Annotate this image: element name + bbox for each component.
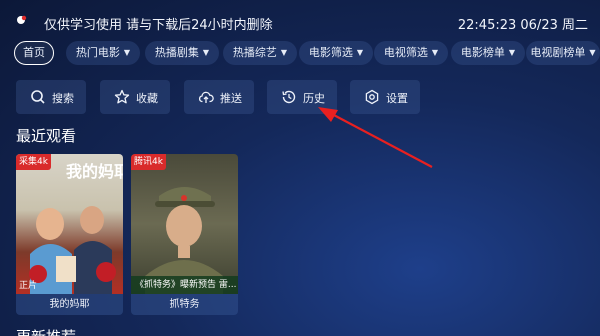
- cloud-upload-icon: [198, 91, 214, 103]
- action-label: 历史: [303, 92, 325, 105]
- tab-label: 电视筛选: [383, 46, 428, 59]
- filter-icon: ▼: [280, 48, 288, 57]
- poster-headline: 我的妈耶: [66, 162, 123, 181]
- history-icon: [282, 90, 296, 104]
- filter-icon: ▼: [123, 48, 131, 57]
- section-title-next: 更新推荐: [16, 326, 76, 336]
- tab-tv-filter[interactable]: 电视筛选 ▼: [374, 41, 448, 65]
- action-label: 收藏: [136, 92, 158, 105]
- filter-icon: ▼: [431, 48, 439, 57]
- tab-home[interactable]: 首页: [14, 41, 54, 65]
- history-button[interactable]: 历史: [267, 80, 337, 114]
- status-bar: 仅供学习使用 请与下载后24小时内删除 22:45:23 06/23 周二: [0, 0, 600, 36]
- tab-label: 首页: [23, 46, 45, 59]
- action-label: 推送: [220, 92, 242, 105]
- poster-caption: 《抓特务》曝新预告 雷...: [131, 276, 238, 294]
- settings-icon: [365, 89, 379, 105]
- tab-label: 热播综艺: [232, 46, 277, 59]
- tab-movie-charts[interactable]: 电影榜单 ▼: [451, 41, 525, 65]
- tab-tv-charts[interactable]: 电视剧榜单 ▼: [526, 41, 600, 65]
- poster-image: 腾讯4k 《抓特务》曝新预告 雷...: [131, 154, 238, 294]
- action-label: 设置: [386, 92, 408, 105]
- favorites-button[interactable]: 收藏: [100, 80, 170, 114]
- notice-text: 仅供学习使用 请与下载后24小时内删除: [44, 18, 273, 33]
- star-icon: [114, 89, 130, 104]
- card-title: 我的妈耶: [16, 294, 123, 315]
- filter-icon: ▼: [356, 48, 364, 57]
- source-badge: 采集4k: [16, 154, 51, 170]
- tab-hot-series[interactable]: 热播剧集 ▼: [145, 41, 219, 65]
- source-badge: 腾讯4k: [131, 154, 166, 170]
- filter-icon: ▼: [589, 48, 596, 57]
- search-button[interactable]: 搜索: [16, 80, 86, 114]
- card-title: 抓特务: [131, 294, 238, 315]
- episode-status: 正片: [19, 281, 38, 291]
- action-label: 搜索: [52, 92, 74, 105]
- tab-label: 热播剧集: [154, 46, 199, 59]
- clock: 22:45:23 06/23 周二: [457, 18, 588, 33]
- settings-button[interactable]: 设置: [350, 80, 420, 114]
- tab-hot-variety[interactable]: 热播综艺 ▼: [223, 41, 297, 65]
- tab-label: 电影筛选: [308, 46, 353, 59]
- tab-movie-filter[interactable]: 电影筛选 ▼: [299, 41, 373, 65]
- poster-image: 我的妈耶 采集4k 正片: [16, 154, 123, 294]
- push-button[interactable]: 推送: [184, 80, 254, 114]
- media-card[interactable]: 我的妈耶 采集4k 正片 我的妈耶: [16, 154, 123, 315]
- tab-label: 热门电影: [75, 46, 120, 59]
- filter-icon: ▼: [508, 48, 516, 57]
- app-logo-icon: [17, 15, 27, 24]
- tab-label: 电视剧榜单: [530, 46, 586, 59]
- media-card[interactable]: 腾讯4k 《抓特务》曝新预告 雷... 抓特务: [131, 154, 238, 315]
- section-title-recent: 最近观看: [16, 127, 77, 145]
- tab-hot-movies[interactable]: 热门电影 ▼: [66, 41, 140, 65]
- tab-label: 电影榜单: [460, 46, 505, 59]
- poster-illustration: [145, 187, 223, 294]
- filter-icon: ▼: [202, 48, 210, 57]
- search-icon: [31, 90, 45, 104]
